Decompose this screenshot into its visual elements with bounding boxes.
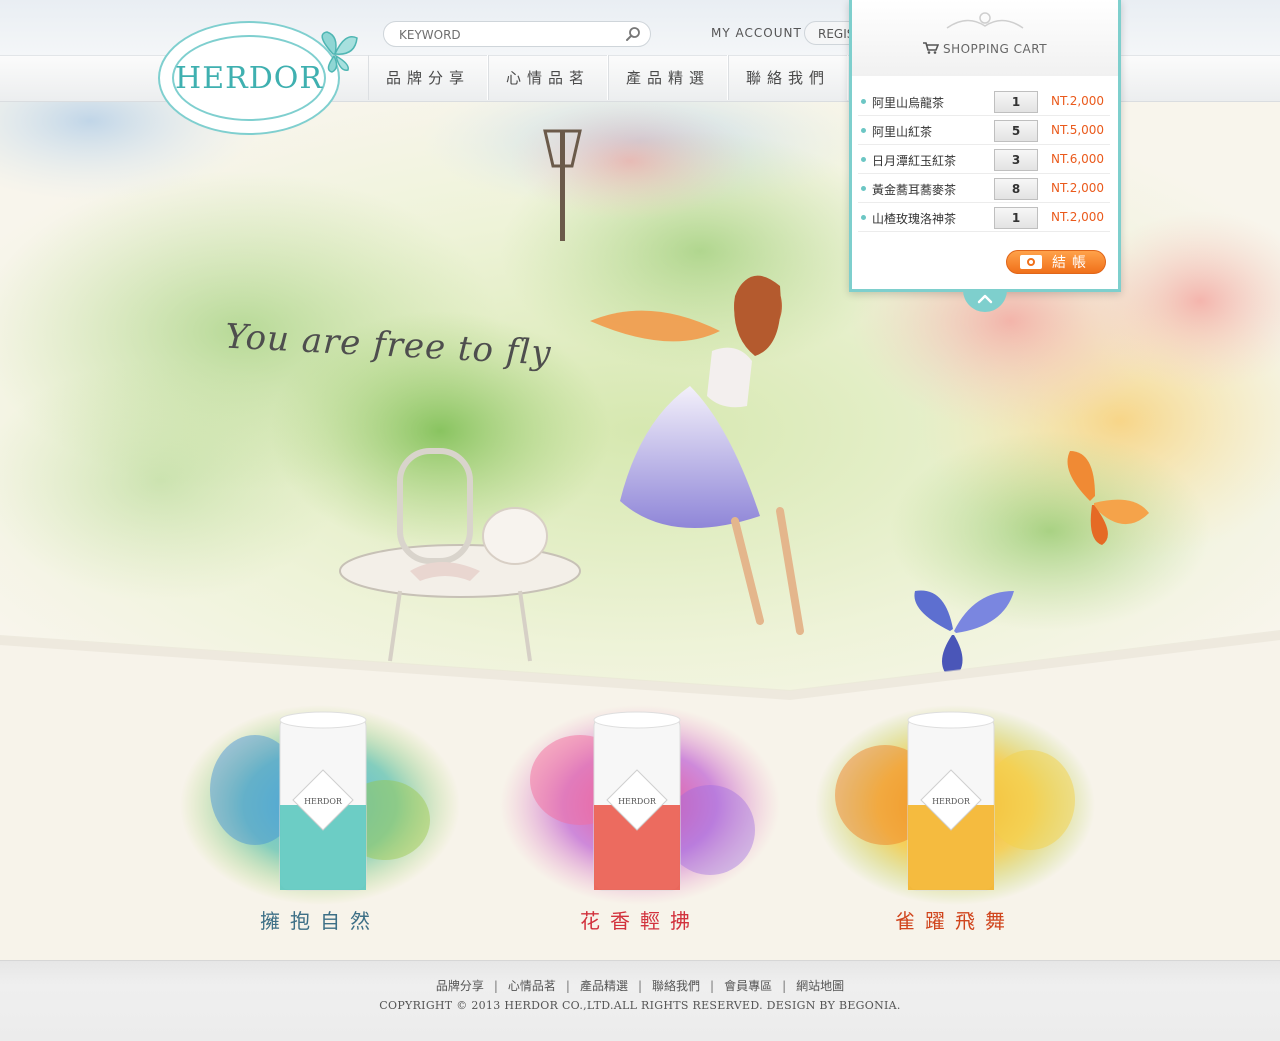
footer-separator: |: [710, 979, 715, 993]
cash-icon: [1020, 255, 1042, 269]
cart-item: 阿里山烏龍茶 1 NT.2,000: [858, 88, 1110, 116]
cart-title-text: SHOPPING CART: [942, 42, 1048, 56]
search-icon[interactable]: [625, 26, 641, 42]
footer-link-contact[interactable]: 聯絡我們: [652, 979, 700, 993]
shopping-cart-panel: SHOPPING CART 阿里山烏龍茶 1 NT.2,000 阿里山紅茶 5 …: [849, 0, 1121, 292]
cart-item-price: NT.2,000: [1051, 94, 1105, 108]
cart-item: 日月潭紅玉紅茶 3 NT.6,000: [858, 146, 1110, 174]
product-title-nature: 擁抱自然: [260, 909, 380, 933]
cart-item-price: NT.6,000: [1051, 152, 1105, 166]
footer-separator: |: [565, 979, 570, 993]
cart-item-name[interactable]: 黃金蕎耳蕎麥茶: [872, 181, 956, 198]
my-account-label: MY ACCOUNT :: [711, 26, 812, 40]
cart-item: 山楂玫瑰洛神茶 1 NT.2,000: [858, 204, 1110, 232]
footer: 品牌分享 | 心情品茗 | 產品精選 | 聯絡我們 | 會員專區 | 網站地圖 COPYRIGHT …: [0, 960, 1280, 1041]
ornament-icon: [946, 12, 1024, 29]
svg-text:HERDOR: HERDOR: [932, 797, 971, 806]
copyright-text: COPYRIGHT © 2013 HERDOR CO.,LTD.ALL RIGH…: [379, 999, 901, 1012]
cart-items: 阿里山烏龍茶 1 NT.2,000 阿里山紅茶 5 NT.5,000 日月潭紅玉…: [858, 88, 1110, 233]
product-image-dance: HERDOR: [815, 705, 1095, 905]
product-title-dance: 雀躍飛舞: [895, 909, 1015, 933]
footer-link-products[interactable]: 產品精選: [580, 979, 628, 993]
nav-item-tea-mood[interactable]: 心情品茗: [488, 55, 608, 100]
cart-item-quantity[interactable]: 8: [994, 178, 1038, 200]
footer-separator: |: [782, 979, 787, 993]
product-image-floral: HERDOR: [500, 705, 780, 905]
cart-item-quantity[interactable]: 1: [994, 207, 1038, 229]
checkout-label: 結帳: [1052, 255, 1092, 271]
cart-item-name[interactable]: 阿里山烏龍茶: [872, 94, 944, 111]
product-card-floral[interactable]: HERDOR 花香輕拂: [490, 700, 790, 950]
bullet-icon: [861, 99, 866, 104]
footer-link-sitemap[interactable]: 網站地圖: [796, 979, 844, 993]
cart-item-name[interactable]: 山楂玫瑰洛神茶: [872, 210, 956, 227]
cart-item-quantity[interactable]: 3: [994, 149, 1038, 171]
cart-icon: [922, 42, 940, 54]
bullet-icon: [861, 128, 866, 133]
footer-separator: |: [637, 979, 643, 993]
cart-item: 黃金蕎耳蕎麥茶 8 NT.2,000: [858, 175, 1110, 203]
main-nav: 品牌分享 心情品茗 產品精選 聯絡我們: [368, 55, 848, 100]
nav-item-contact[interactable]: 聯絡我們: [728, 55, 848, 100]
footer-link-brand[interactable]: 品牌分享: [436, 979, 484, 993]
cart-item-price: NT.2,000: [1051, 210, 1105, 224]
bullet-icon: [861, 186, 866, 191]
nav-item-brand[interactable]: 品牌分享: [368, 55, 488, 100]
footer-link-tea-mood[interactable]: 心情品茗: [508, 979, 556, 993]
footer-links: 品牌分享 | 心情品茗 | 產品精選 | 聯絡我們 | 會員專區 | 網站地圖: [0, 977, 1280, 994]
cart-item-quantity[interactable]: 1: [994, 91, 1038, 113]
svg-text:HERDOR: HERDOR: [304, 797, 343, 806]
hero-fold-edge: [0, 630, 1280, 700]
product-card-dance[interactable]: HERDOR 雀躍飛舞: [805, 700, 1105, 950]
herdor-logo[interactable]: HERDOR: [165, 28, 333, 128]
bullet-icon: [861, 215, 866, 220]
chevron-up-icon: [977, 294, 993, 304]
cart-header: SHOPPING CART: [852, 0, 1118, 76]
cart-item-name[interactable]: 阿里山紅茶: [872, 123, 932, 140]
cart-item-price: NT.2,000: [1051, 181, 1105, 195]
cart-item: 阿里山紅茶 5 NT.5,000: [858, 117, 1110, 145]
footer-separator: |: [493, 979, 498, 993]
logo-ring: HERDOR: [172, 35, 326, 121]
cart-item-price: NT.5,000: [1051, 123, 1105, 137]
logo-text: HERDOR: [175, 60, 323, 96]
search-box: [383, 21, 651, 47]
cart-item-quantity[interactable]: 5: [994, 120, 1038, 142]
bullet-icon: [861, 157, 866, 162]
svg-text:HERDOR: HERDOR: [618, 797, 657, 806]
cart-item-name[interactable]: 日月潭紅玉紅茶: [872, 152, 956, 169]
butterfly-icon: [321, 31, 358, 73]
cart-title: SHOPPING CART: [852, 42, 1118, 56]
footer-link-members[interactable]: 會員專區: [724, 979, 772, 993]
product-image-nature: HERDOR: [180, 705, 460, 905]
product-title-floral: 花香輕拂: [580, 909, 700, 933]
product-card-nature[interactable]: HERDOR 擁抱自然: [170, 700, 470, 950]
nav-item-products[interactable]: 產品精選: [608, 55, 728, 100]
search-input[interactable]: [397, 25, 621, 45]
checkout-button[interactable]: 結帳: [1006, 250, 1106, 274]
